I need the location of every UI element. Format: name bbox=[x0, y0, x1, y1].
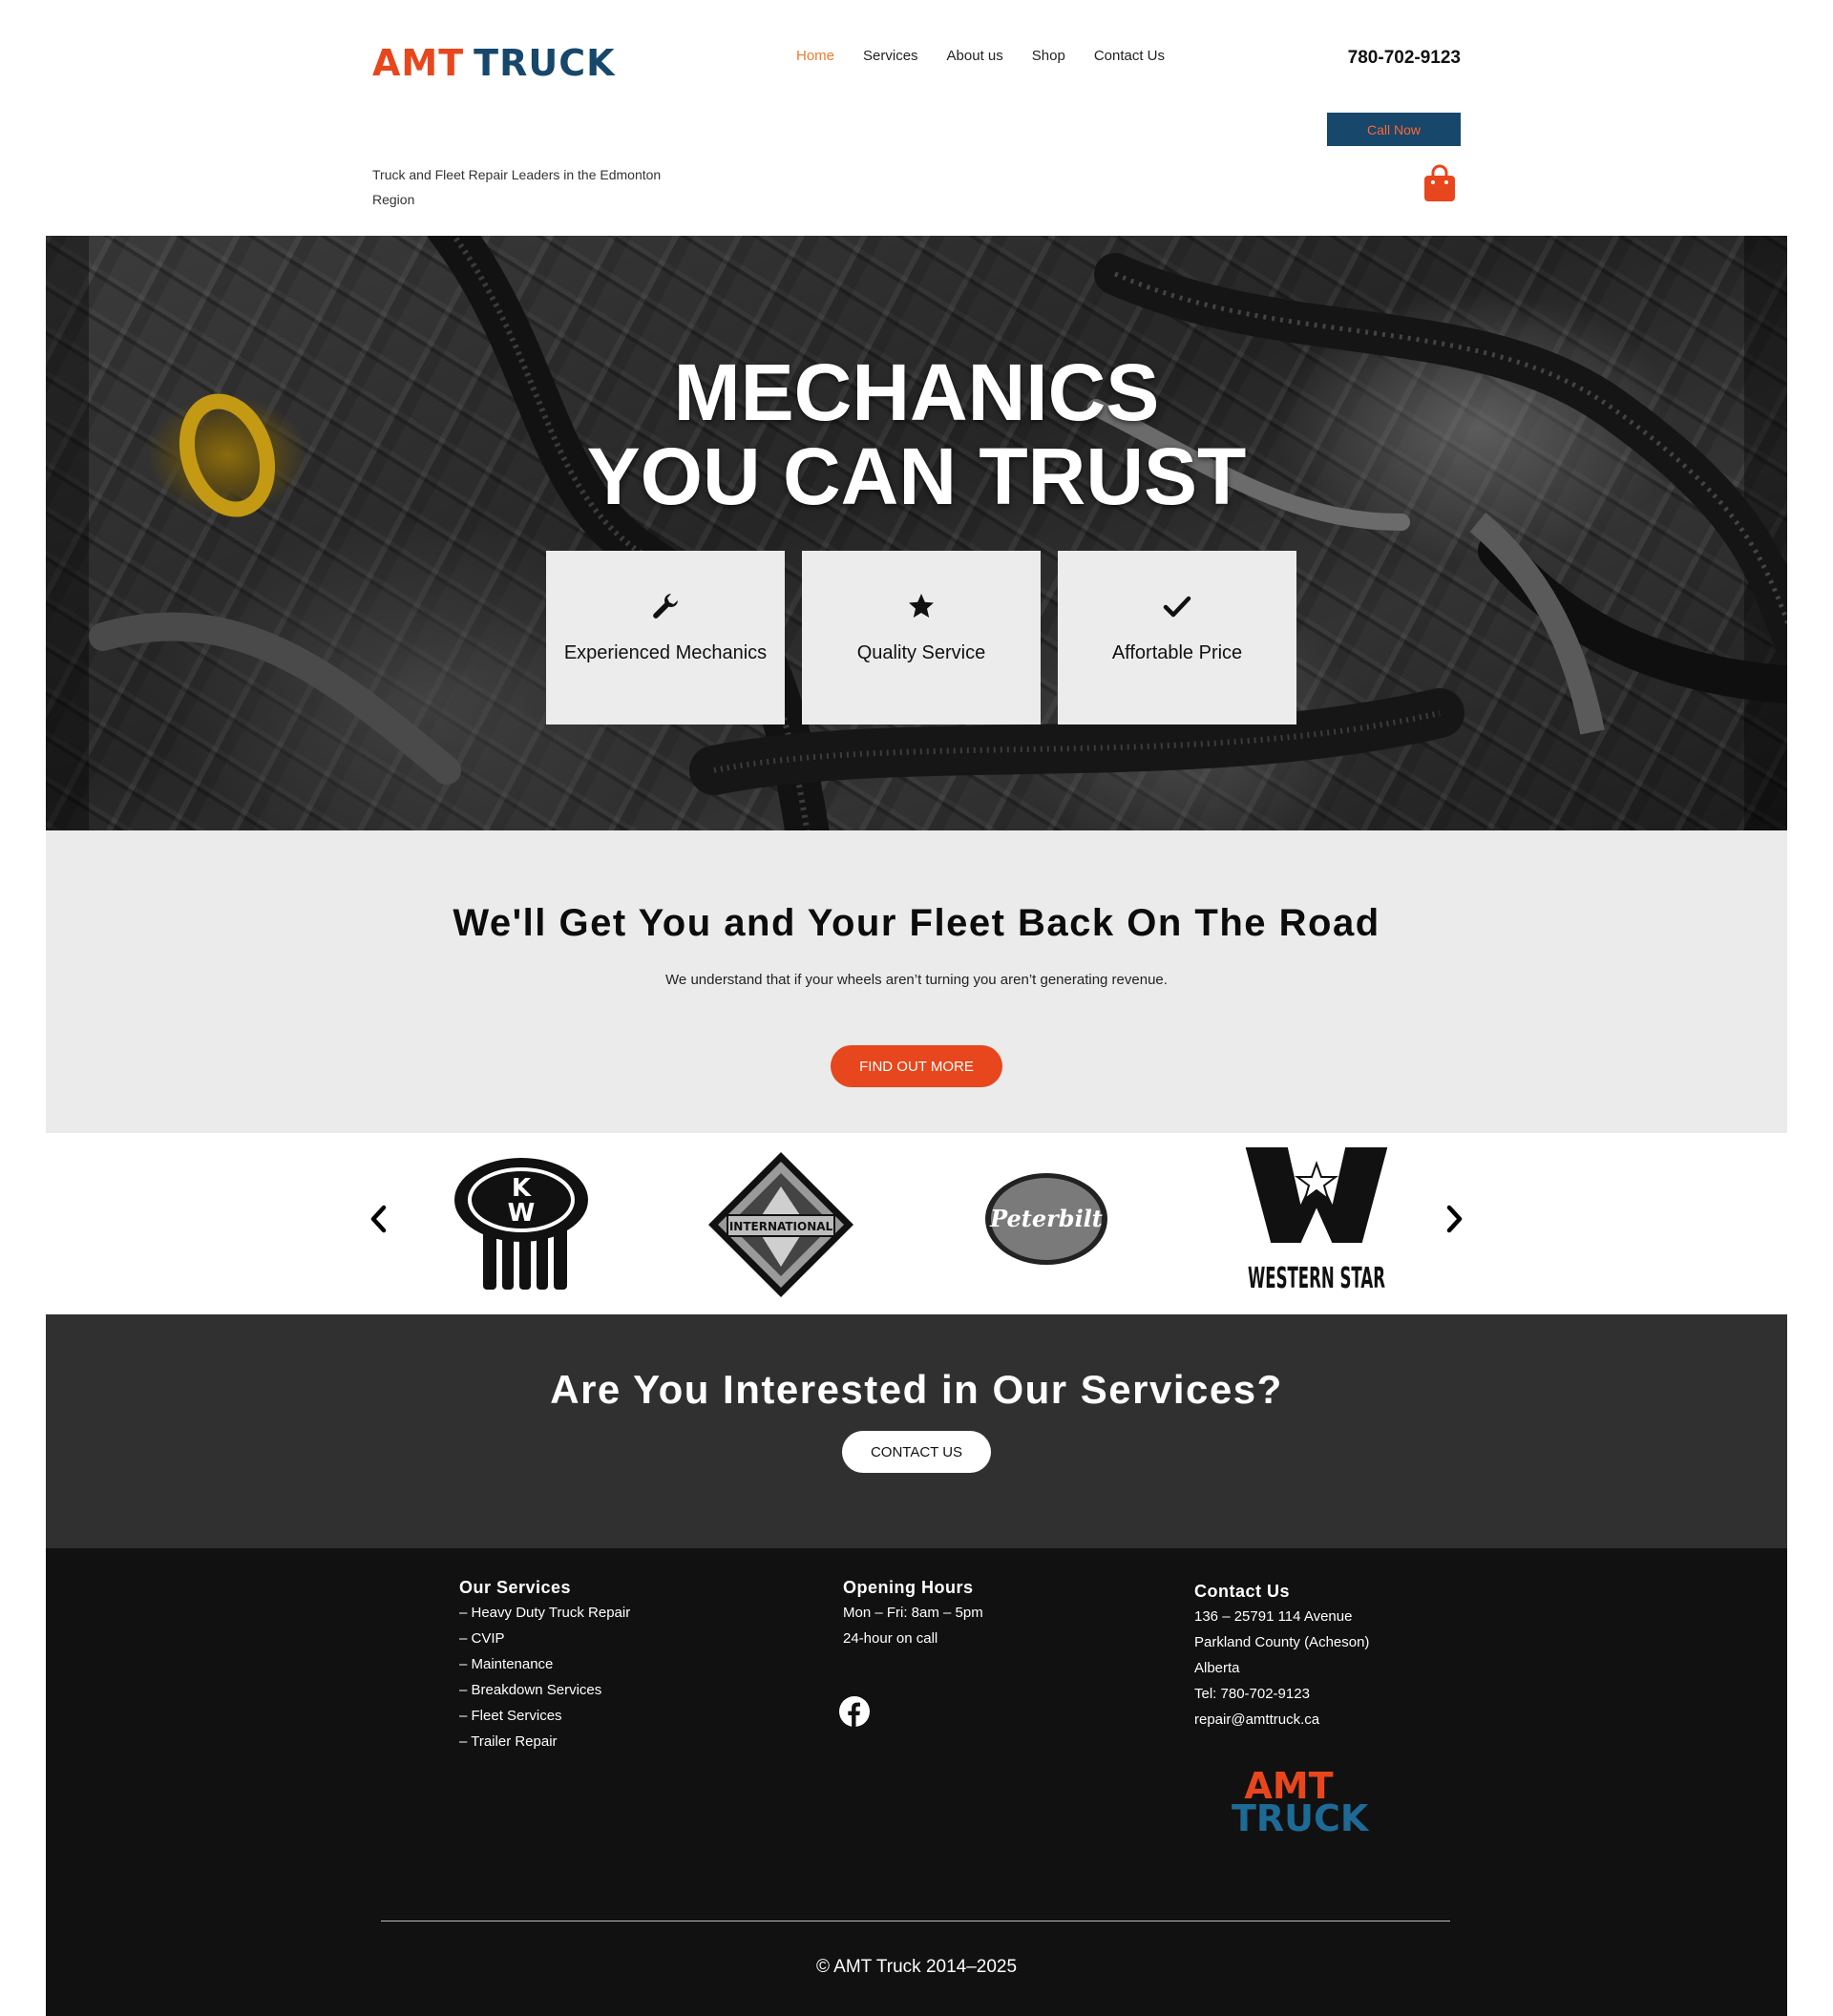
feature-card-price: Affortable Price bbox=[1058, 551, 1296, 724]
footer-address-line: Alberta bbox=[1194, 1660, 1240, 1676]
western-star-logo[interactable]: WESTERN STAR bbox=[1245, 1146, 1388, 1299]
footer-services: Our Services – Heavy Duty Truck Repair –… bbox=[459, 1575, 630, 1754]
site-footer: Our Services – Heavy Duty Truck Repair –… bbox=[46, 1548, 1787, 2016]
footer-services-title: Our Services bbox=[459, 1578, 572, 1597]
contact-us-button[interactable]: CONTACT US bbox=[842, 1431, 991, 1473]
peterbilt-logo-text: Peterbilt bbox=[989, 1205, 1103, 1232]
footer-service-item[interactable]: – Heavy Duty Truck Repair bbox=[459, 1600, 630, 1626]
logo-truck: TRUCK bbox=[474, 42, 616, 84]
logo-amt: AMT bbox=[372, 42, 465, 84]
chevron-left-icon[interactable] bbox=[365, 1200, 393, 1238]
hero-banner: MECHANICS YOU CAN TRUST Experienced Mech… bbox=[46, 236, 1787, 830]
footer-service-item[interactable]: – Breakdown Services bbox=[459, 1677, 630, 1703]
feature-card-experienced: Experienced Mechanics bbox=[546, 551, 785, 724]
nav-home[interactable]: Home bbox=[796, 48, 834, 64]
nav-about-us[interactable]: About us bbox=[947, 48, 1003, 64]
main-nav: Home Services About us Shop Contact Us bbox=[796, 48, 1165, 64]
kenworth-logo-w: W bbox=[508, 1199, 536, 1228]
wrench-icon bbox=[653, 594, 678, 619]
peterbilt-logo[interactable]: Peterbilt bbox=[983, 1171, 1109, 1267]
feature-card-quality: Quality Service bbox=[802, 551, 1041, 724]
engine-background-art bbox=[89, 236, 1787, 830]
footer-logo-truck: TRUCK bbox=[1232, 1797, 1369, 1839]
chevron-right-icon[interactable] bbox=[1440, 1200, 1468, 1238]
hero-title-line1: MECHANICS bbox=[673, 347, 1160, 437]
fleet-heading: We'll Get You and Your Fleet Back On The… bbox=[453, 902, 1380, 944]
find-out-more-button[interactable]: FIND OUT MORE bbox=[831, 1045, 1002, 1087]
footer-hours-title: Opening Hours bbox=[843, 1578, 974, 1597]
footer-address-line: Parkland County (Acheson) bbox=[1194, 1634, 1370, 1650]
nav-shop[interactable]: Shop bbox=[1032, 48, 1065, 64]
cta-heading: Are You Interested in Our Services? bbox=[550, 1367, 1283, 1412]
cta-section: Are You Interested in Our Services? CONT… bbox=[46, 1314, 1787, 1548]
international-logo-text: INTERNATIONAL bbox=[729, 1220, 833, 1233]
feature-label: Experienced Mechanics bbox=[563, 642, 768, 663]
facebook-icon[interactable] bbox=[839, 1696, 870, 1727]
site-logo[interactable]: AMT TRUCK bbox=[372, 42, 616, 84]
footer-hours: Opening Hours Mon – Fri: 8am – 5pm 24-ho… bbox=[843, 1575, 983, 1651]
footer-hours-item: Mon – Fri: 8am – 5pm bbox=[843, 1605, 983, 1621]
footer-service-item[interactable]: – Fleet Services bbox=[459, 1703, 630, 1729]
kenworth-logo[interactable]: K W bbox=[453, 1150, 590, 1292]
western-star-logo-text: WESTERN STAR bbox=[1248, 1262, 1385, 1295]
copyright-text: © AMT Truck 2014–2025 bbox=[815, 1957, 1018, 1977]
feature-label: Quality Service bbox=[856, 642, 986, 663]
nav-services[interactable]: Services bbox=[863, 48, 918, 64]
site-header: AMT TRUCK Truck and Fleet Repair Leaders … bbox=[0, 0, 1833, 236]
footer-contact: Contact Us 136 – 25791 114 Avenue Parkla… bbox=[1194, 1579, 1369, 1732]
shopping-bag-icon[interactable] bbox=[1422, 164, 1457, 202]
star-icon bbox=[909, 594, 934, 618]
footer-divider bbox=[381, 1921, 1450, 1922]
site-tagline: Truck and Fleet Repair Leaders in the Ed… bbox=[372, 167, 662, 207]
footer-service-item[interactable]: – Trailer Repair bbox=[459, 1729, 630, 1754]
checkmark-icon bbox=[1163, 596, 1191, 618]
nav-contact-us[interactable]: Contact Us bbox=[1094, 48, 1165, 64]
call-now-button[interactable]: Call Now bbox=[1327, 113, 1461, 146]
footer-address-line: 136 – 25791 114 Avenue bbox=[1194, 1608, 1353, 1625]
footer-hours-item: 24-hour on call bbox=[843, 1630, 938, 1647]
fleet-section: We'll Get You and Your Fleet Back On The… bbox=[46, 830, 1787, 1133]
brand-carousel: K W INTERNATIONAL Peterbilt WESTERN STAR bbox=[0, 1133, 1833, 1314]
header-phone[interactable]: 780-702-9123 bbox=[1348, 48, 1461, 69]
hero-title-line2: YOU CAN TRUST bbox=[586, 431, 1247, 521]
footer-service-item[interactable]: – CVIP bbox=[459, 1626, 630, 1651]
footer-contact-title: Contact Us bbox=[1194, 1582, 1291, 1601]
footer-phone[interactable]: Tel: 780-702-9123 bbox=[1194, 1681, 1369, 1707]
footer-service-item[interactable]: – Maintenance bbox=[459, 1651, 630, 1677]
feature-label: Affortable Price bbox=[1111, 642, 1243, 663]
international-logo[interactable]: INTERNATIONAL bbox=[706, 1150, 855, 1299]
fleet-subtitle: We understand that if your wheels aren’t… bbox=[665, 972, 1168, 988]
footer-logo[interactable]: AMT TRUCK bbox=[1232, 1768, 1369, 1839]
footer-email[interactable]: repair@amttruck.ca bbox=[1194, 1707, 1369, 1732]
